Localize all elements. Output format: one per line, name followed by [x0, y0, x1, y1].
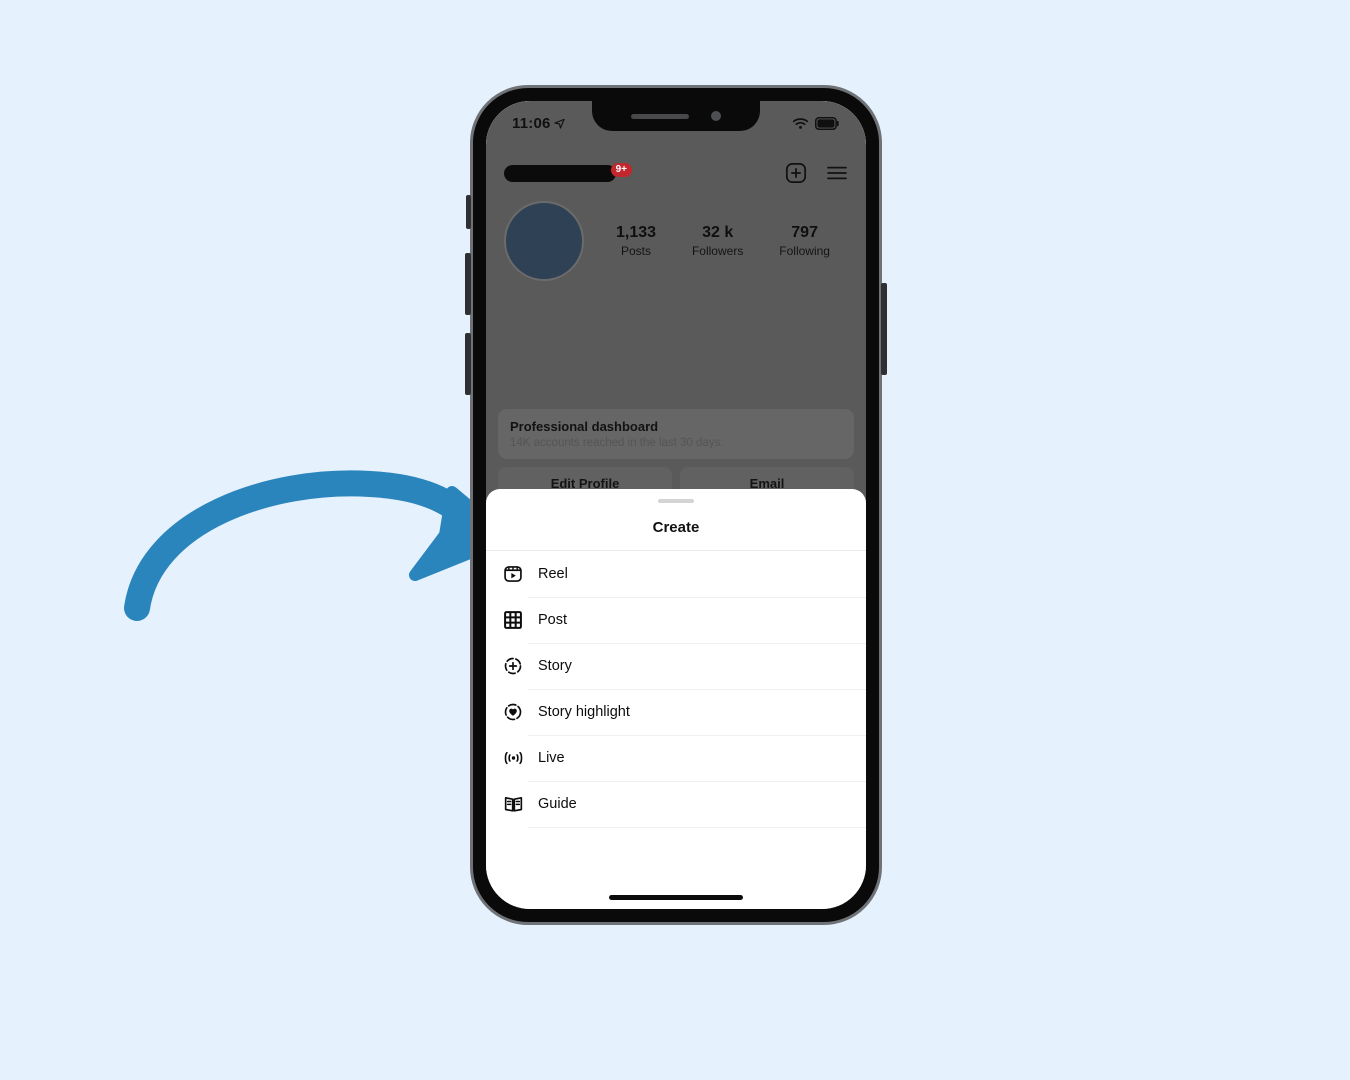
- front-camera-icon: [711, 111, 721, 121]
- header-icon-group: [785, 162, 848, 184]
- story-highlight-heart-icon: [498, 702, 528, 722]
- power-button[interactable]: [881, 283, 887, 375]
- menu-item-label: Story: [528, 643, 866, 690]
- notification-badge: 9+: [610, 162, 632, 177]
- stat-followers[interactable]: 32 k Followers: [692, 224, 743, 258]
- menu-item-live[interactable]: Live: [486, 735, 866, 782]
- phone-screen: 11:06 9+ 1,133 Posts 32 k Followers 797 …: [486, 101, 866, 909]
- status-bar-time: 11:06: [512, 114, 551, 132]
- live-broadcast-icon: [498, 748, 528, 768]
- speaker-grille: [631, 113, 689, 119]
- stat-value: 797: [791, 224, 818, 241]
- stat-following[interactable]: 797 Following: [779, 224, 830, 258]
- stat-label: Following: [779, 244, 830, 258]
- dashboard-title: Professional dashboard: [510, 419, 659, 434]
- menu-item-label: Story highlight: [528, 689, 866, 736]
- volume-up-button[interactable]: [465, 253, 471, 315]
- hamburger-menu-icon[interactable]: [826, 164, 848, 182]
- profile-summary-row: 1,133 Posts 32 k Followers 797 Following: [486, 201, 866, 281]
- stat-value: 32 k: [702, 224, 734, 241]
- status-bar-left: 11:06: [512, 115, 565, 132]
- phone-mockup: 11:06 9+ 1,133 Posts 32 k Followers 797 …: [465, 85, 887, 925]
- volume-down-button[interactable]: [465, 333, 471, 395]
- create-bottom-sheet: Create Reel Post Story Story highlight L…: [486, 489, 866, 909]
- menu-item-post[interactable]: Post: [486, 597, 866, 644]
- stat-label: Followers: [691, 244, 744, 258]
- menu-item-guide[interactable]: Guide: [486, 781, 866, 828]
- stat-value: 1,133: [615, 224, 657, 241]
- menu-item-story[interactable]: Story: [486, 643, 866, 690]
- reel-icon: [498, 564, 528, 584]
- professional-dashboard-card[interactable]: Professional dashboard 14K accounts reac…: [498, 409, 854, 459]
- menu-item-label: Guide: [528, 781, 866, 828]
- status-bar-right: [792, 116, 840, 130]
- sheet-title: Create: [486, 503, 866, 551]
- username-redacted-bar: 9+: [504, 162, 632, 182]
- wifi-icon: [792, 117, 809, 129]
- menu-item-label: Live: [528, 735, 866, 782]
- guide-book-icon: [498, 794, 528, 814]
- menu-item-label: Reel: [528, 551, 866, 598]
- stat-posts[interactable]: 1,133 Posts: [616, 224, 656, 258]
- avatar[interactable]: [504, 201, 584, 281]
- notch: [592, 101, 760, 131]
- home-indicator[interactable]: [609, 895, 743, 900]
- menu-item-story-highlight[interactable]: Story highlight: [486, 689, 866, 736]
- curved-arrow-icon: [124, 470, 513, 621]
- menu-item-reel[interactable]: Reel: [486, 551, 866, 598]
- silent-switch-button[interactable]: [466, 195, 471, 229]
- profile-header: 9+: [486, 153, 866, 193]
- location-arrow-icon: [553, 118, 565, 129]
- story-plus-icon: [498, 656, 528, 676]
- new-post-icon[interactable]: [785, 162, 807, 184]
- battery-icon: [815, 116, 839, 130]
- menu-item-label: Post: [528, 597, 866, 644]
- dashboard-subtitle: 14K accounts reached in the last 30 days…: [510, 437, 724, 449]
- grid-post-icon: [498, 610, 528, 630]
- stats-group: 1,133 Posts 32 k Followers 797 Following: [584, 224, 848, 258]
- stat-label: Posts: [620, 244, 651, 258]
